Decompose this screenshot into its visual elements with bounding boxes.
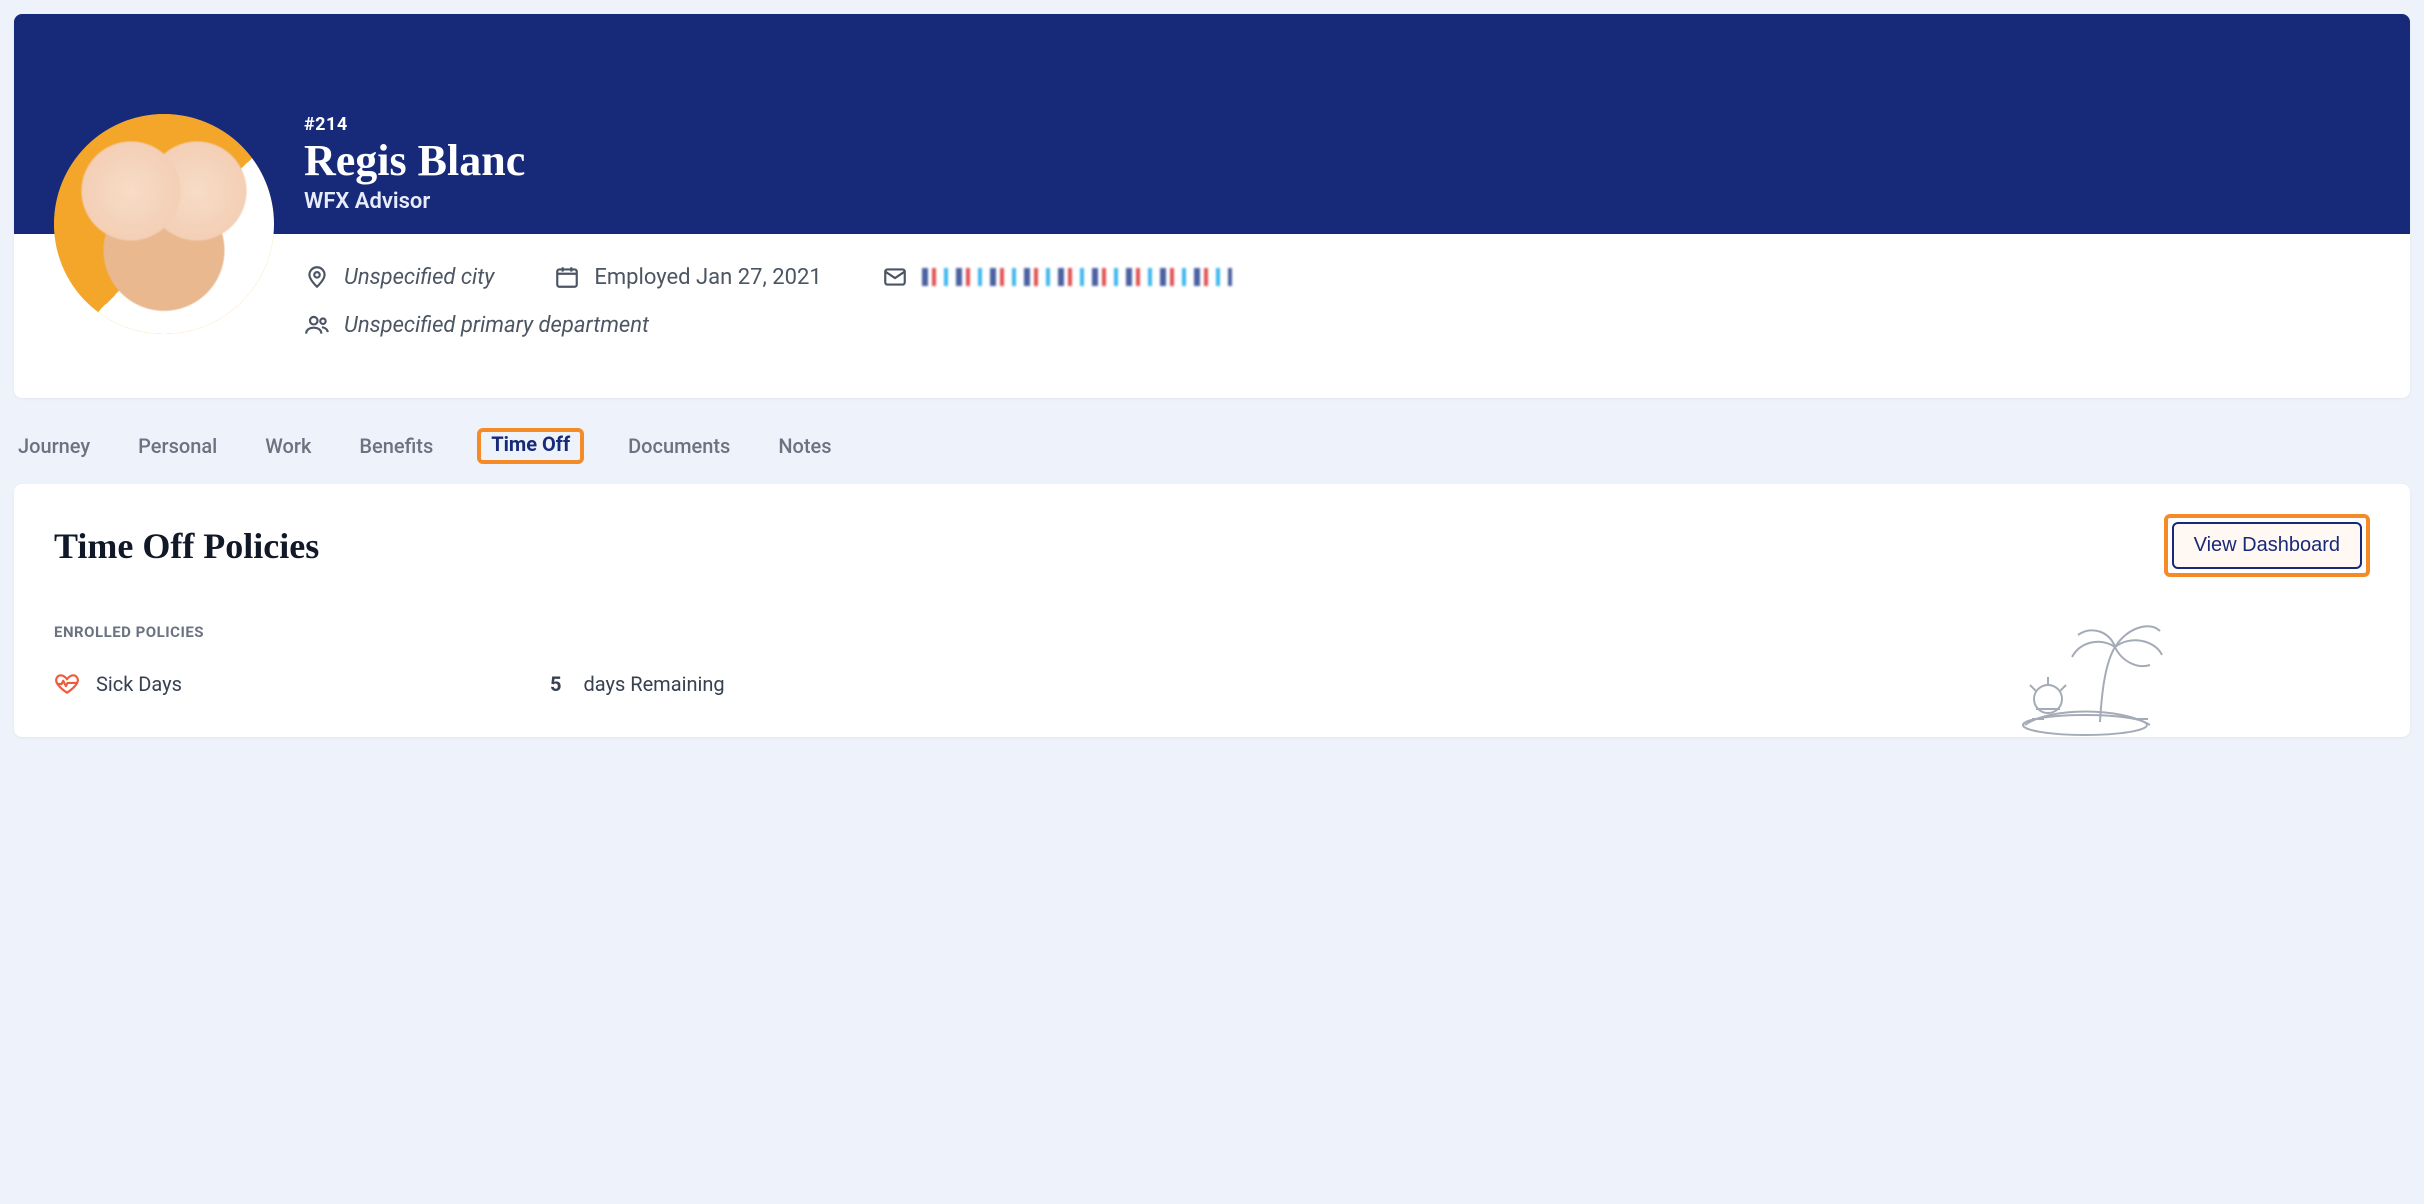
policy-days-suffix: days Remaining: [583, 672, 724, 696]
tab-work[interactable]: Work: [261, 428, 315, 464]
people-icon: [304, 312, 330, 338]
vacation-illustration-icon: [2010, 607, 2180, 737]
info-employed: Employed Jan 27, 2021: [554, 264, 821, 290]
mail-icon: [882, 264, 908, 290]
tab-personal[interactable]: Personal: [134, 428, 221, 464]
city-value: Unspecified city: [344, 265, 494, 290]
tab-benefits[interactable]: Benefits: [355, 428, 437, 464]
employee-id: #214: [304, 114, 2380, 135]
info-department: Unspecified primary department: [304, 312, 649, 338]
department-value: Unspecified primary department: [344, 313, 649, 338]
profile-tabs: Journey Personal Work Benefits Time Off …: [14, 428, 2410, 484]
avatar: [54, 114, 274, 334]
employee-title: WFX Advisor: [304, 189, 2380, 214]
employee-header-card: #214 Regis Blanc WFX Advisor Unspecified…: [14, 14, 2410, 398]
email-obscured: [922, 268, 1232, 286]
avatar-image: [54, 114, 274, 334]
view-dashboard-button[interactable]: View Dashboard: [2172, 522, 2362, 569]
policy-name-label: Sick Days: [96, 672, 182, 696]
page-title: Time Off Policies: [54, 525, 319, 567]
calendar-icon: [554, 264, 580, 290]
view-dashboard-highlight: View Dashboard: [2164, 514, 2370, 577]
employee-name: Regis Blanc: [304, 137, 2380, 185]
tab-journey[interactable]: Journey: [14, 428, 94, 464]
employee-info-section: Unspecified city Employed Jan 27, 2021: [14, 234, 2410, 398]
employed-value: Employed Jan 27, 2021: [594, 265, 821, 290]
timeoff-policies-card: Time Off Policies View Dashboard Enrolle…: [14, 484, 2410, 737]
tab-timeoff-highlight: Time Off: [477, 428, 584, 464]
employee-banner: #214 Regis Blanc WFX Advisor: [14, 14, 2410, 234]
heartbeat-icon: [54, 671, 80, 697]
info-city: Unspecified city: [304, 264, 494, 290]
policy-days-value: 5: [550, 672, 561, 696]
location-pin-icon: [304, 264, 330, 290]
tab-documents[interactable]: Documents: [624, 428, 734, 464]
tab-timeoff[interactable]: Time Off: [481, 426, 580, 462]
info-email: [882, 264, 1232, 290]
tab-notes[interactable]: Notes: [774, 428, 835, 464]
